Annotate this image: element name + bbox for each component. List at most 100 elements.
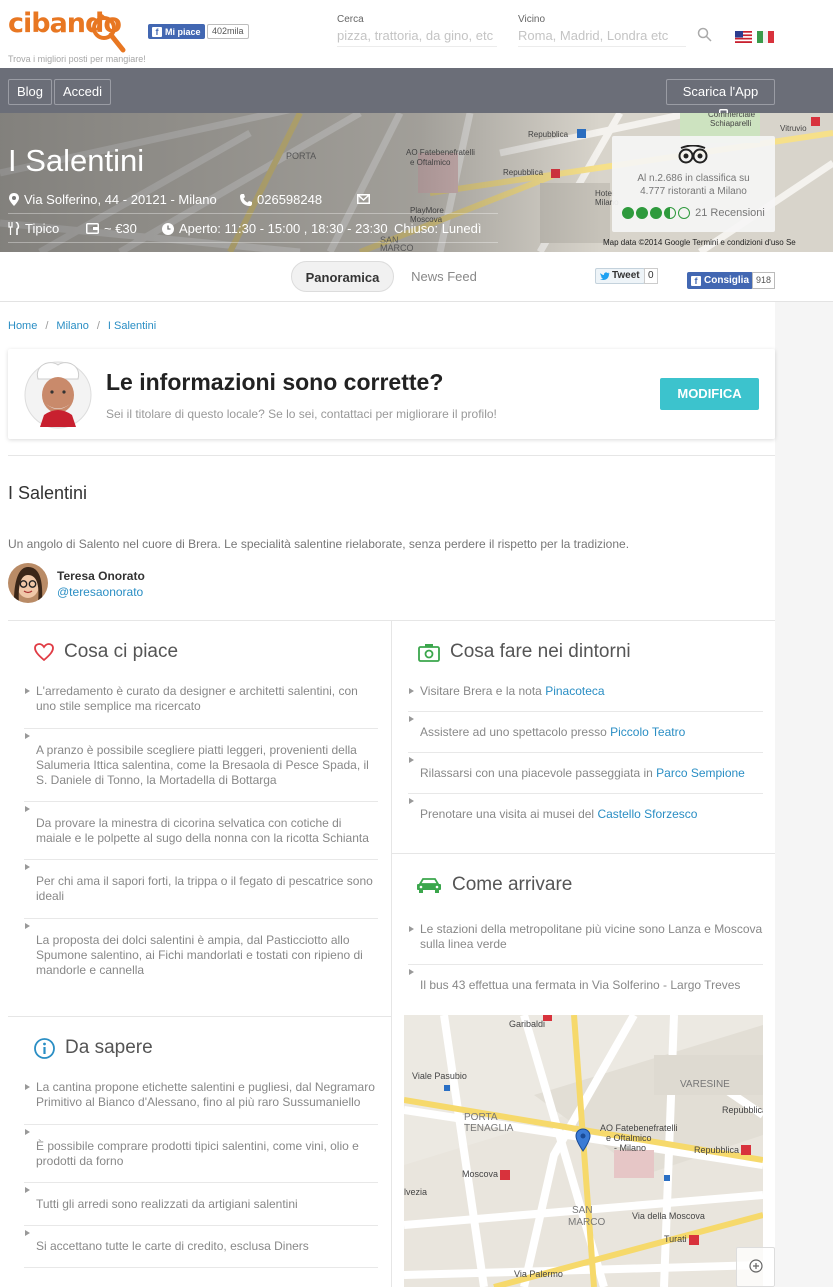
phone-info[interactable]: 026598248 [240,192,322,207]
download-app-button[interactable]: Scarica l'App [666,79,775,122]
car-icon [417,877,441,893]
login-button[interactable]: Accedi [54,79,112,105]
hours-text: Aperto: 11:30 - 15:00 , 18:30 - 23:30 [179,221,388,236]
list-item: È possibile comprare prodotti tipici sal… [24,1125,378,1183]
nearby-text: Visitare Brera e la nota [420,684,546,698]
near-field: Vicino [518,14,686,47]
search-label: Cerca [337,14,364,25]
price-text: ~ €30 [104,221,137,236]
cuisine-text: Tipico [25,221,60,236]
section-divider [8,455,775,456]
list-item: La proposta dei dolci salentini è ampia,… [24,919,378,978]
top-header: cibando Trova i migliori posti per mangi… [0,0,833,68]
list-item: Tutti gli arredi sono realizzati da arti… [24,1183,378,1226]
price-info: ~ €30 [86,221,137,236]
zoom-icon [749,1259,763,1273]
facebook-icon: f [152,27,162,37]
list-item: Visitare Brera e la nota Pinacoteca [408,684,763,712]
us-flag-icon[interactable] [735,31,752,43]
svg-text:Via Palermo: Via Palermo [514,1269,563,1279]
section-divider [8,1016,391,1017]
hours-info: Aperto: 11:30 - 15:00 , 18:30 - 23:30 [162,221,388,236]
svg-text:Repubblica: Repubblica [722,1105,763,1115]
list-item: Per chi ama il sapori forti, la trippa o… [24,860,378,919]
tripadvisor-reviews[interactable]: 21 Recensioni [695,207,765,219]
tripadvisor-rank-line2: 4.777 ristoranti a Milano [640,186,747,197]
svg-text:AO Fatebenefratelli: AO Fatebenefratelli [600,1123,678,1133]
svg-text:SAN: SAN [572,1205,593,1216]
navbar: Blog Accedi Scarica l'App [0,68,833,122]
near-label: Vicino [518,14,546,25]
breadcrumb-home[interactable]: Home [8,320,37,332]
nearby-link-castello-sforzesco[interactable]: Castello Sforzesco [597,807,697,821]
svg-text:Repubblica: Repubblica [694,1145,739,1155]
likes-list: L'arredamento è curato da designer e arc… [24,684,378,978]
tab-news-feed[interactable]: News Feed [405,261,483,292]
map-attribution[interactable]: Map data ©2014 Google Termini e condizio… [603,238,796,247]
search-icon[interactable] [697,27,712,42]
column-divider [391,621,392,1287]
svg-text:Garibaldi: Garibaldi [509,1019,545,1029]
list-item: Da provare la minestra di cicorina selva… [24,802,378,860]
fb-like-button[interactable]: f Mi piace [148,24,205,39]
fb-recommend-label: Consiglia [704,275,750,286]
nearby-link-piccolo-teatro[interactable]: Piccolo Teatro [610,725,685,739]
directions-list: Le stazioni della metropolitane più vici… [408,922,763,993]
rating-bubble [650,207,663,219]
map-zoom-control[interactable] [736,1247,775,1287]
claim-title: Le informazioni sono corrette? [106,369,444,395]
fb-recommend-button[interactable]: f Consiglia [687,272,754,289]
cuisine-info: Tipico [8,221,59,236]
svg-text:Schiaparelli: Schiaparelli [710,119,752,128]
list-item: Prenotare una visita ai musei del Castel… [408,794,763,834]
author-name: Teresa Onorato [57,569,145,583]
info-icon [34,1037,55,1059]
location-map[interactable]: Garibaldi PORTA TENAGLIA AO Fatebenefrat… [404,1015,763,1287]
rating-bubble [678,207,691,219]
breadcrumb-city[interactable]: Milano [56,320,88,332]
svg-text:lvezia: lvezia [404,1187,427,1197]
nearby-heading: Cosa fare nei dintorni [418,641,631,663]
blog-button[interactable]: Blog [8,79,53,105]
restaurant-description: Un angolo di Salento nel cuore di Brera.… [8,537,630,551]
svg-text:MARCO: MARCO [568,1217,605,1228]
tweet-label: Tweet [612,270,640,281]
phone-text[interactable]: 026598248 [257,192,322,207]
svg-text:Vitruvio: Vitruvio [780,124,807,133]
list-item: L'arredamento è curato da designer e arc… [24,684,378,729]
wallet-icon [86,223,99,234]
nearby-link-parco-sempione[interactable]: Parco Sempione [656,766,745,780]
email-icon[interactable] [357,194,370,204]
rating-bubble [664,207,677,219]
tripadvisor-owl-icon [678,145,708,164]
tab-overview[interactable]: Panoramica [291,261,394,292]
camera-icon [418,643,440,662]
fb-like-count: 402mila [207,24,249,39]
svg-text:- Milano: - Milano [614,1143,646,1153]
clock-icon [162,222,174,235]
tweet-button[interactable]: Tweet [595,268,645,284]
it-flag-icon[interactable] [757,31,774,43]
author-handle[interactable]: @teresaonorato [57,585,143,599]
near-input[interactable] [518,25,686,47]
nearby-link-pinacoteca[interactable]: Pinacoteca [545,684,604,698]
edit-button[interactable]: MODIFICA [660,378,759,410]
hero-divider-2 [8,242,498,243]
svg-text:Via della Moscova: Via della Moscova [632,1211,705,1221]
search-input[interactable] [337,25,497,47]
svg-text:VARESINE: VARESINE [680,1079,730,1090]
tripadvisor-rank-line1: Al n.2.686 in classifica su [637,173,750,184]
author-avatar[interactable] [8,563,48,603]
closed-text: Chiuso: Lunedì [394,221,482,236]
restaurant-name: I Salentini [8,483,88,503]
breadcrumb-current[interactable]: I Salentini [108,320,156,332]
tripadvisor-box[interactable]: Al n.2.686 in classifica su 4.777 ristor… [612,136,775,232]
list-item: Si accettano tutte le carte di credito, … [24,1226,378,1268]
hero-divider [8,213,498,214]
info-title: Da sapere [65,1037,153,1058]
svg-text:Viale Pasubio: Viale Pasubio [412,1071,467,1081]
claim-card: Le informazioni sono corrette? Sei il ti… [8,349,775,439]
list-item: Rilassarsi con una piacevole passeggiata… [408,753,763,794]
list-item: A pranzo è possibile scegliere piatti le… [24,729,378,802]
directions-heading: Come arrivare [416,874,572,896]
